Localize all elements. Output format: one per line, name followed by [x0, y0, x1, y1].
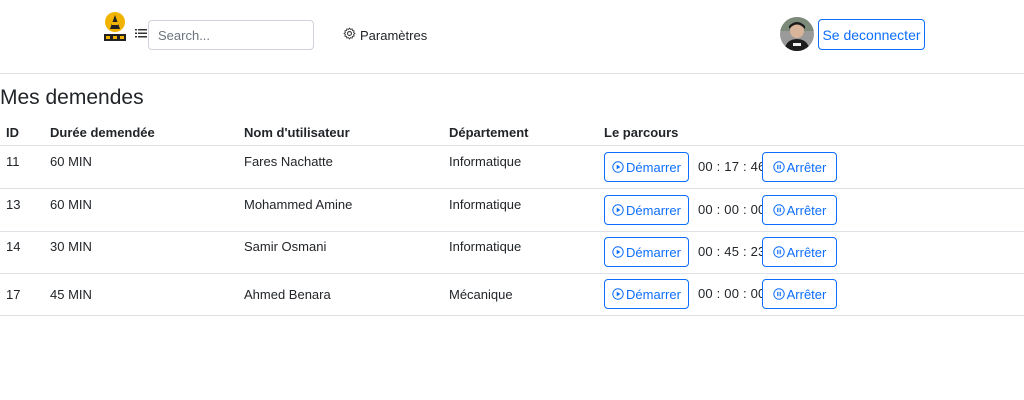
logo-icon[interactable] — [101, 10, 129, 42]
timer: 00 : 00 : 00 — [698, 286, 766, 301]
stop-button[interactable]: Arrêter — [762, 279, 837, 309]
cell-id: 14 — [6, 239, 21, 254]
start-label: Démarrer — [626, 202, 681, 218]
header-route: Le parcours — [604, 125, 679, 140]
settings-label: Paramètres — [360, 27, 428, 43]
cell-department: Mécanique — [449, 287, 513, 302]
stop-button[interactable]: Arrêter — [762, 195, 837, 225]
header-id: ID — [6, 125, 19, 140]
table-header: ID Durée demendée Nom d'utilisateur Dépa… — [0, 118, 1024, 146]
settings-link[interactable]: Paramètres — [343, 26, 427, 44]
avatar[interactable] — [780, 17, 814, 51]
header-department: Département — [449, 125, 529, 140]
header-username: Nom d'utilisateur — [244, 125, 350, 140]
cell-department: Informatique — [449, 239, 522, 254]
cell-id: 11 — [6, 154, 20, 169]
table-row: 14 30 MIN Samir Osmani Informatique Déma… — [0, 231, 1024, 274]
list-icon[interactable] — [135, 27, 147, 39]
start-label: Démarrer — [626, 159, 681, 175]
cell-department: Informatique — [449, 197, 522, 212]
stop-label: Arrêter — [786, 286, 827, 302]
cell-id: 13 — [6, 197, 21, 212]
page-title: Mes demendes — [0, 86, 144, 109]
cell-duration: 45 MIN — [50, 287, 92, 302]
play-circle-icon — [612, 161, 624, 173]
cell-duration: 60 MIN — [50, 197, 92, 212]
pause-circle-icon — [772, 204, 785, 216]
cell-username: Samir Osmani — [244, 239, 327, 254]
cell-duration: 30 MIN — [50, 239, 92, 254]
table-row: 13 60 MIN Mohammed Amine Informatique Dé… — [0, 189, 1024, 232]
cell-id: 17 — [6, 287, 21, 302]
cell-department: Informatique — [449, 154, 522, 169]
pause-circle-icon — [772, 288, 785, 300]
table-row: 17 45 MIN Ahmed Benara Mécanique Démarre… — [0, 273, 1024, 316]
start-label: Démarrer — [626, 244, 681, 260]
play-circle-icon — [612, 246, 624, 258]
cell-username: Mohammed Amine — [244, 197, 353, 212]
stop-label: Arrêter — [786, 244, 827, 260]
start-button[interactable]: Démarrer — [604, 195, 689, 225]
start-button[interactable]: Démarrer — [604, 279, 689, 309]
search-input[interactable] — [148, 20, 314, 50]
stop-button[interactable]: Arrêter — [762, 152, 837, 182]
timer: 00 : 45 : 23 — [698, 244, 766, 259]
stop-label: Arrêter — [786, 202, 827, 218]
stop-button[interactable]: Arrêter — [762, 237, 837, 267]
start-button[interactable]: Démarrer — [604, 152, 689, 182]
start-button[interactable]: Démarrer — [604, 237, 689, 267]
table-row: 11 60 MIN Fares Nachatte Informatique Dé… — [0, 146, 1024, 189]
cell-username: Fares Nachatte — [244, 154, 333, 169]
timer: 00 : 17 : 46 — [698, 159, 766, 174]
cell-username: Ahmed Benara — [244, 287, 331, 302]
play-circle-icon — [612, 204, 624, 216]
stop-label: Arrêter — [786, 159, 827, 175]
start-label: Démarrer — [626, 286, 681, 302]
timer: 00 : 00 : 00 — [698, 202, 766, 217]
play-circle-icon — [612, 288, 624, 300]
pause-circle-icon — [772, 161, 785, 173]
gear-icon — [343, 27, 356, 43]
pause-circle-icon — [772, 246, 785, 258]
logout-button[interactable]: Se deconnecter — [818, 19, 925, 50]
cell-duration: 60 MIN — [50, 154, 92, 169]
header-duration: Durée demendée — [50, 125, 155, 140]
navbar: Paramètres Se deconnecter — [0, 0, 1024, 74]
